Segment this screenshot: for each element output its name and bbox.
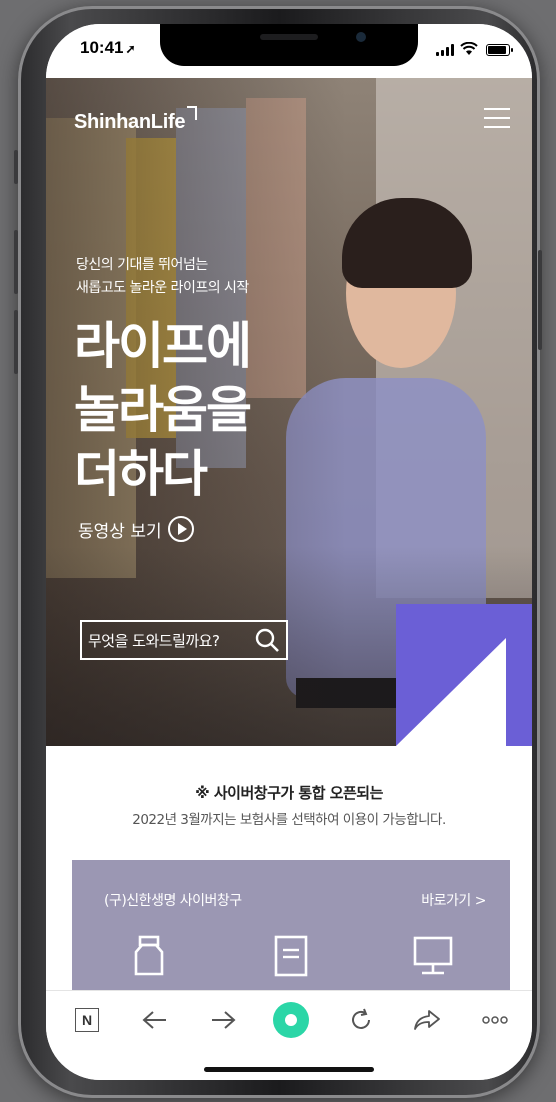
- search-icon[interactable]: [254, 627, 280, 653]
- notice-section: ※ 사이버창구가 통합 오픈되는 2022년 3월까지는 보험사를 선택하여 이…: [46, 746, 532, 846]
- mute-switch: [14, 150, 18, 184]
- notch: [160, 24, 418, 66]
- volume-down-button: [14, 310, 18, 374]
- search-placeholder: 무엇을 도와드릴까요?: [88, 631, 220, 650]
- play-circle-icon: [167, 516, 194, 542]
- cyber-counter-go-link[interactable]: 바로가기 >: [421, 890, 486, 910]
- search-input[interactable]: 무엇을 도와드릴까요?: [80, 620, 288, 660]
- shinhanlife-logo[interactable]: ShinhanLife: [74, 106, 198, 134]
- hamburger-menu-icon[interactable]: [484, 108, 510, 128]
- document-icon[interactable]: [272, 934, 310, 978]
- cyber-counter-card[interactable]: (구)신한생명 사이버창구 바로가기 >: [72, 860, 510, 990]
- hero-kicker-line: 당신의 기대를 뛰어넘는: [76, 257, 208, 273]
- more-button[interactable]: [480, 1005, 510, 1035]
- volume-up-button: [14, 230, 18, 294]
- hero-headline-line: 라이프에: [74, 317, 252, 375]
- logo-text: ShinhanLife: [74, 111, 186, 133]
- hero-headline: 라이프에 놀라움을 더하다: [74, 314, 354, 506]
- monitor-icon[interactable]: [412, 934, 454, 978]
- cellular-signal-icon: [436, 44, 454, 56]
- naver-button[interactable]: N: [72, 1005, 102, 1035]
- hero-kicker-line: 새롭고도 놀라운 라이프의 시작: [76, 280, 249, 296]
- back-button[interactable]: [140, 1005, 170, 1035]
- share-icon: [414, 1010, 440, 1030]
- forward-arrow-icon: [212, 1011, 236, 1029]
- hero-headline-line: 더하다: [74, 445, 208, 503]
- speaker-grille: [260, 34, 318, 40]
- cyber-counter-title: (구)신한생명 사이버창구: [104, 893, 242, 909]
- watch-video-label: 동영상 보기: [78, 521, 162, 542]
- share-button[interactable]: [412, 1005, 442, 1035]
- power-button: [538, 250, 542, 350]
- naver-icon: N: [75, 1008, 99, 1032]
- location-arrow-icon: ➚: [125, 42, 136, 56]
- hero-kicker: 당신의 기대를 뛰어넘는 새롭고도 놀라운 라이프의 시작: [76, 254, 316, 300]
- clock: 10:41 ➚: [80, 38, 136, 58]
- wifi-icon: [460, 42, 478, 55]
- logo-mark-icon: [187, 106, 198, 120]
- refresh-icon: [352, 1008, 370, 1029]
- notice-title: ※ 사이버창구가 통합 오픈되는: [195, 784, 383, 802]
- phone-screen: 10:41 ➚ ShinhanLife 당신의 기대를 뛰어넘는 새롭고도 놀라…: [46, 24, 532, 1080]
- home-indicator[interactable]: [204, 1067, 374, 1072]
- forward-button[interactable]: [208, 1005, 238, 1035]
- battery-icon: [486, 44, 513, 56]
- hero-banner[interactable]: ShinhanLife 당신의 기대를 뛰어넘는 새롭고도 놀라운 라이프의 시…: [46, 78, 532, 746]
- more-icon: [482, 1016, 508, 1024]
- home-circle-icon: [273, 1002, 309, 1038]
- front-camera: [356, 32, 366, 42]
- hero-headline-line: 놀라움을: [74, 381, 252, 439]
- notice-body: 2022년 3월까지는 보험사를 선택하여 이용이 가능합니다.: [132, 812, 446, 828]
- home-button[interactable]: [273, 1002, 309, 1038]
- browser-toolbar: N: [46, 990, 532, 1080]
- clock-time: 10:41: [80, 38, 124, 57]
- refresh-button[interactable]: [346, 1005, 376, 1035]
- bottle-icon[interactable]: [130, 934, 168, 978]
- watch-video-link[interactable]: 동영상 보기: [78, 516, 194, 542]
- back-arrow-icon: [142, 1011, 166, 1029]
